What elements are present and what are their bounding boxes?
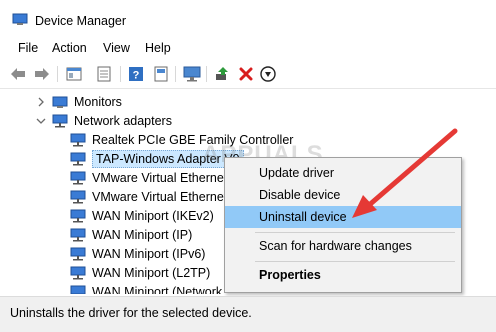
status-bar: Uninstalls the driver for the selected d… — [0, 296, 496, 332]
status-text: Uninstalls the driver for the selected d… — [10, 306, 252, 320]
red-arrow-annotation — [352, 128, 458, 218]
device-manager-window: Device Manager File Action View Help ? M… — [0, 0, 496, 332]
